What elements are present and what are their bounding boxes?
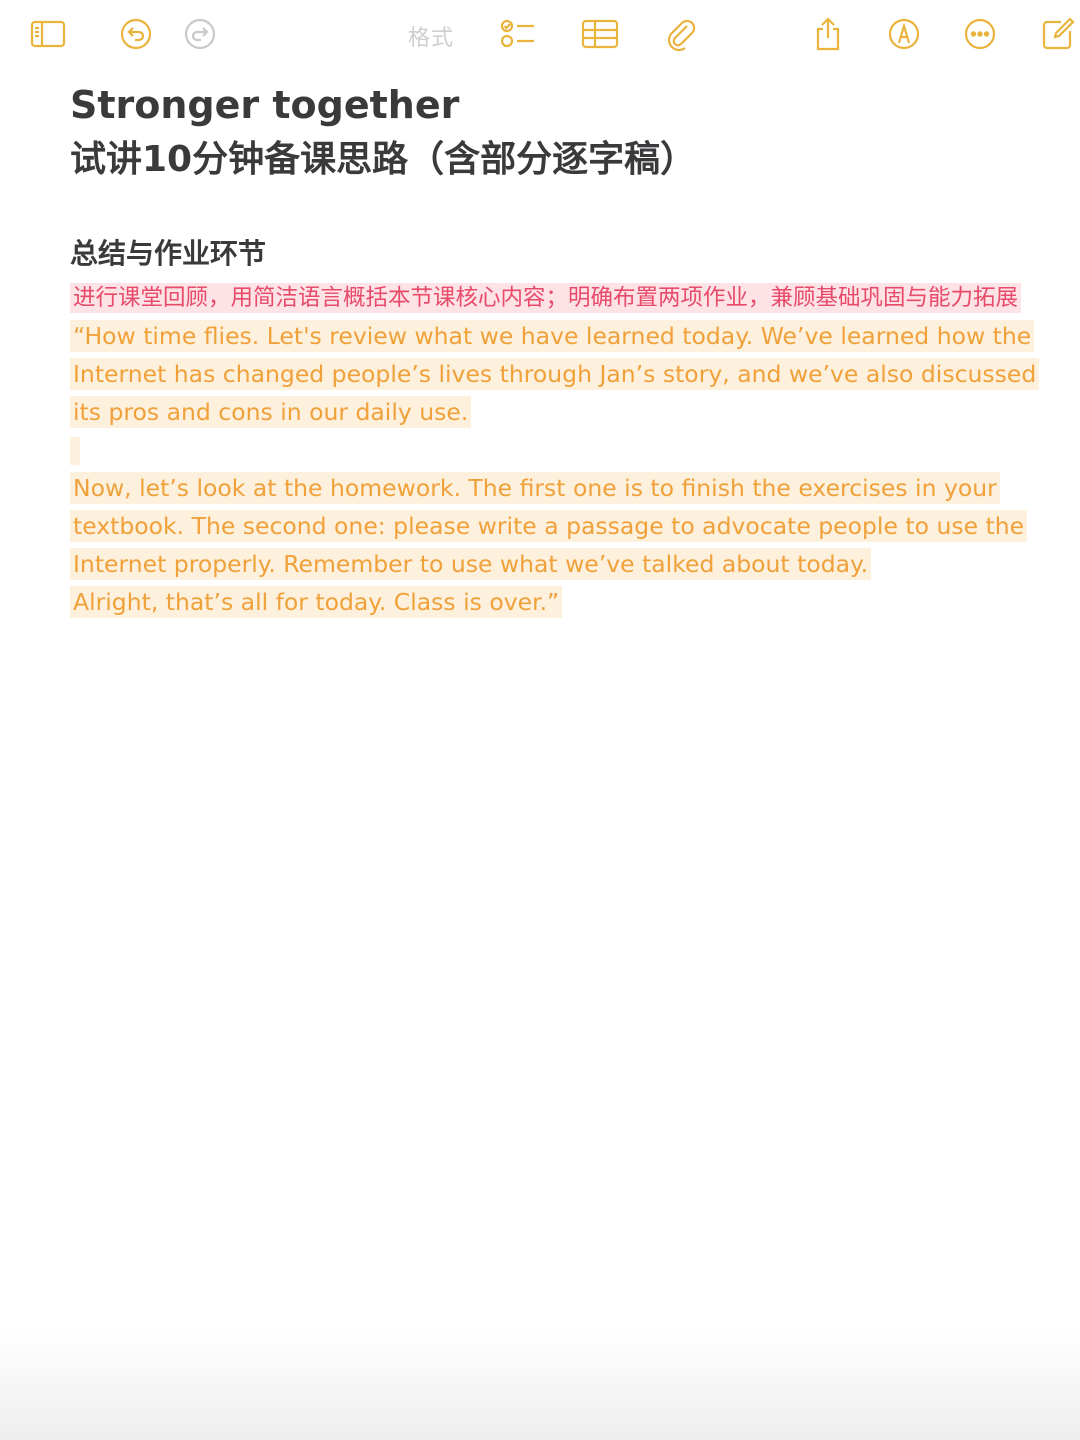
note-body[interactable]: Stronger together 试讲10分钟备课思路（含部分逐字稿） 总结与… bbox=[70, 80, 1050, 621]
script-paragraph-1: “How time flies. Let's review what we ha… bbox=[70, 317, 1050, 431]
markup-icon[interactable] bbox=[884, 14, 924, 54]
table-icon[interactable] bbox=[580, 14, 620, 54]
compose-icon[interactable] bbox=[1038, 14, 1078, 54]
summary-paragraph: 进行课堂回顾，用简洁语言概括本节课核心内容；明确布置两项作业，兼顾基础巩固与能力… bbox=[70, 278, 1050, 317]
bottom-shadow bbox=[0, 1330, 1080, 1440]
section-heading: 总结与作业环节 bbox=[70, 237, 267, 270]
note-title: Stronger together bbox=[70, 83, 460, 127]
script-highlight-1: “How time flies. Let's review what we ha… bbox=[70, 320, 1040, 428]
more-icon[interactable] bbox=[960, 14, 1000, 54]
script-highlight-3: Alright, that’s all for today. Class is … bbox=[70, 586, 563, 618]
summary-highlight: 进行课堂回顾，用简洁语言概括本节课核心内容；明确布置两项作业，兼顾基础巩固与能力… bbox=[70, 283, 1022, 313]
share-icon[interactable] bbox=[808, 14, 848, 54]
script-paragraph-3: Alright, that’s all for today. Class is … bbox=[70, 583, 1050, 621]
note-subtitle: 试讲10分钟备课思路（含部分逐字稿） bbox=[70, 139, 697, 180]
script-highlight-2: Now, let’s look at the homework. The fir… bbox=[70, 472, 1028, 580]
empty-line bbox=[70, 431, 1050, 469]
toolbar: 格式 bbox=[0, 0, 1080, 70]
script-paragraph-2: Now, let’s look at the homework. The fir… bbox=[70, 469, 1050, 583]
notes-page: 格式 Stronger together 试讲10分钟备课思路（含部分逐字稿） … bbox=[0, 0, 1080, 1440]
checklist-icon[interactable] bbox=[498, 14, 538, 54]
format-button[interactable]: 格式 bbox=[408, 20, 454, 52]
attachment-icon[interactable] bbox=[660, 14, 700, 54]
sidebar-icon[interactable] bbox=[28, 14, 68, 54]
redo-icon[interactable] bbox=[180, 14, 220, 54]
undo-icon[interactable] bbox=[116, 14, 156, 54]
highlight-blank bbox=[70, 437, 80, 465]
